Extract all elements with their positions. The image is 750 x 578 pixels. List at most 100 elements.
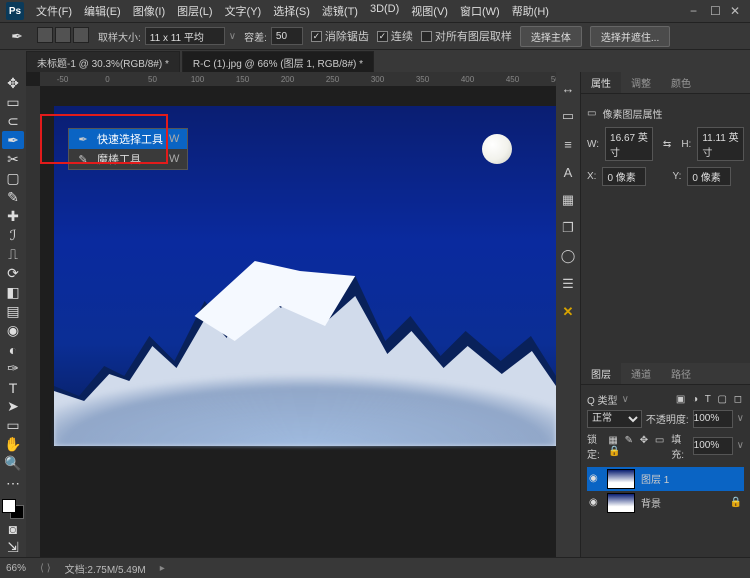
edit-toolbar[interactable]: ⋯ bbox=[2, 474, 24, 492]
y-label: Y: bbox=[672, 171, 681, 182]
menu-3D(D)[interactable]: 3D(D) bbox=[364, 1, 405, 21]
rstrip-icon-4[interactable]: ▦ bbox=[558, 190, 578, 210]
brush-tool[interactable]: ℐ bbox=[2, 226, 24, 244]
hand-tool[interactable]: ✋ bbox=[2, 436, 24, 454]
right-icon-strip: ↔ ▭ ≡ A ▦ ❐ ◯ ☰ ✕ bbox=[556, 72, 580, 557]
crop-tool[interactable]: ✂ bbox=[2, 150, 24, 168]
window-minimize[interactable]: − bbox=[690, 4, 700, 18]
stamp-tool[interactable]: ⎍ bbox=[2, 245, 24, 263]
flyout-item[interactable]: ✎魔棒工具W bbox=[69, 149, 187, 169]
prop-tab[interactable]: 属性 bbox=[581, 72, 621, 93]
zoom-tool[interactable]: 🔍 bbox=[2, 455, 24, 473]
w-label: W: bbox=[587, 139, 599, 150]
flyout-icon: ✒ bbox=[75, 133, 91, 146]
opacity-label: 不透明度: bbox=[646, 411, 689, 426]
menu-选择(S)[interactable]: 选择(S) bbox=[267, 1, 316, 21]
doc-tab[interactable]: R-C (1).jpg @ 66% (图层 1, RGB/8#) * bbox=[182, 51, 374, 72]
rstrip-icon-3[interactable]: A bbox=[558, 162, 578, 182]
fill-label: 填充: bbox=[671, 431, 688, 461]
doc-tab[interactable]: 未标题-1 @ 30.3%(RGB/8#) * bbox=[26, 51, 180, 72]
y-field[interactable]: 0 像素 bbox=[687, 167, 731, 186]
current-tool-icon[interactable]: ✒ bbox=[6, 25, 28, 47]
rstrip-icon-1[interactable]: ▭ bbox=[558, 106, 578, 126]
layer-item[interactable]: ◉图层 1 bbox=[587, 467, 744, 491]
window-max[interactable]: ☐ bbox=[710, 4, 720, 18]
kind-label: Q 类型 bbox=[587, 392, 618, 407]
zoom-nav-icon[interactable]: ⟨ ⟩ bbox=[40, 563, 51, 574]
layers-tab[interactable]: 路径 bbox=[661, 363, 701, 384]
layers-panel: Q 类型 ∨ ▣ ◑ T ▢ ◻ 正常 不透明度: ∨ 锁定: ▦ ✎ ✥ ▭ … bbox=[581, 385, 750, 558]
frame-tool[interactable]: ▢ bbox=[2, 169, 24, 187]
shape-tool[interactable]: ▭ bbox=[2, 417, 24, 435]
path-select-tool[interactable]: ➤ bbox=[2, 398, 24, 416]
layer-thumb bbox=[607, 469, 635, 489]
menu-窗口(W)[interactable]: 窗口(W) bbox=[454, 1, 506, 21]
fill-input[interactable] bbox=[693, 437, 733, 455]
menu-视图(V)[interactable]: 视图(V) bbox=[405, 1, 454, 21]
ruler-horizontal: -50050100150200250300350400450500 bbox=[40, 72, 580, 86]
eyedropper-tool[interactable]: ✎ bbox=[2, 188, 24, 206]
lock-icons[interactable]: ▦ ✎ ✥ ▭ 🔒 bbox=[608, 435, 667, 457]
quick-select-tool[interactable]: ✒ bbox=[2, 131, 24, 149]
prop-tab[interactable]: 颜色 bbox=[661, 72, 701, 93]
menu-图像(I)[interactable]: 图像(I) bbox=[127, 1, 171, 21]
menu-滤镜(T)[interactable]: 滤镜(T) bbox=[316, 1, 364, 21]
screenmode-toggle[interactable]: ⇲ bbox=[2, 539, 24, 557]
gradient-tool[interactable]: ▤ bbox=[2, 303, 24, 321]
layer-thumb bbox=[607, 493, 635, 513]
h-label: H: bbox=[681, 139, 691, 150]
eraser-tool[interactable]: ◧ bbox=[2, 284, 24, 302]
rstrip-icon-0[interactable]: ↔ bbox=[558, 78, 578, 98]
tolerance-input[interactable] bbox=[271, 27, 303, 45]
x-field[interactable]: 0 像素 bbox=[602, 167, 646, 186]
w-field[interactable]: 16.67 英寸 bbox=[605, 127, 653, 161]
lasso-tool[interactable]: ⊂ bbox=[2, 112, 24, 130]
window-close[interactable]: ✕ bbox=[730, 4, 740, 18]
properties-tabs: 属性调整颜色 bbox=[581, 72, 750, 94]
canvas-area: -50050100150200250300350400450500 ✒快速选择工… bbox=[26, 72, 580, 557]
properties-panel: ▭像素图层属性 W: 16.67 英寸 ⇆ H: 11.11 英寸 X: 0 像… bbox=[581, 94, 750, 198]
rstrip-icon-5[interactable]: ❐ bbox=[558, 218, 578, 238]
antialias-checkbox[interactable]: 消除锯齿 bbox=[311, 28, 369, 44]
x-label: X: bbox=[587, 171, 596, 182]
blur-tool[interactable]: ◉ bbox=[2, 322, 24, 340]
type-tool[interactable]: T bbox=[2, 379, 24, 397]
sample-size-input[interactable] bbox=[145, 27, 225, 45]
rstrip-icon-6[interactable]: ◯ bbox=[558, 246, 578, 266]
select-subject-button[interactable]: 选择主体 bbox=[520, 26, 582, 47]
fg-bg-swatch[interactable] bbox=[2, 499, 24, 519]
layer-item[interactable]: ◉背景🔒 bbox=[587, 491, 744, 515]
clouds-shape bbox=[54, 366, 556, 446]
contiguous-checkbox[interactable]: 连续 bbox=[377, 28, 413, 44]
dodge-tool[interactable]: ◐ bbox=[2, 341, 24, 359]
all-layers-checkbox[interactable]: 对所有图层取样 bbox=[421, 28, 512, 44]
rstrip-icon-7[interactable]: ☰ bbox=[558, 274, 578, 294]
prop-tab[interactable]: 调整 bbox=[621, 72, 661, 93]
pen-tool[interactable]: ✑ bbox=[2, 360, 24, 378]
visibility-icon[interactable]: ◉ bbox=[589, 473, 601, 484]
rstrip-icon-8[interactable]: ✕ bbox=[558, 302, 578, 322]
layers-tab[interactable]: 通道 bbox=[621, 363, 661, 384]
h-field[interactable]: 11.11 英寸 bbox=[697, 127, 744, 161]
menu-帮助(H)[interactable]: 帮助(H) bbox=[506, 1, 555, 21]
menu-图层(L)[interactable]: 图层(L) bbox=[171, 1, 218, 21]
marquee-tool[interactable]: ▭ bbox=[2, 93, 24, 111]
blend-mode-select[interactable]: 正常 bbox=[587, 410, 642, 428]
visibility-icon[interactable]: ◉ bbox=[589, 497, 601, 508]
quickmask-toggle[interactable]: ◙ bbox=[2, 520, 24, 538]
zoom-level[interactable]: 66% bbox=[6, 563, 26, 574]
menu-文字(Y)[interactable]: 文字(Y) bbox=[219, 1, 268, 21]
history-brush-tool[interactable]: ⟳ bbox=[2, 264, 24, 282]
flyout-icon: ✎ bbox=[75, 153, 91, 166]
flyout-item[interactable]: ✒快速选择工具W bbox=[69, 129, 187, 149]
opacity-input[interactable] bbox=[693, 410, 733, 428]
select-and-mask-button[interactable]: 选择并遮住... bbox=[590, 26, 670, 47]
move-tool[interactable]: ✥ bbox=[2, 74, 24, 92]
menu-编辑(E)[interactable]: 编辑(E) bbox=[78, 1, 127, 21]
tool-flyout: ✒快速选择工具W✎魔棒工具W bbox=[68, 128, 188, 170]
rstrip-icon-2[interactable]: ≡ bbox=[558, 134, 578, 154]
healing-tool[interactable]: ✚ bbox=[2, 207, 24, 225]
canvas-view[interactable]: ✒快速选择工具W✎魔棒工具W bbox=[40, 86, 580, 557]
layers-tab[interactable]: 图层 bbox=[581, 363, 621, 384]
menu-文件(F)[interactable]: 文件(F) bbox=[30, 1, 78, 21]
